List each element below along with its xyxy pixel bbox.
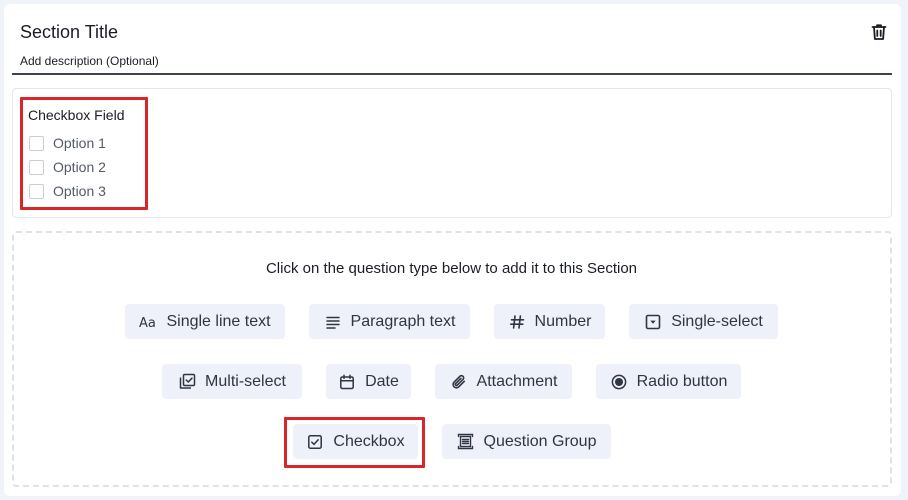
single-line-text-button[interactable]: Aa Single line text: [125, 304, 285, 339]
hash-icon: [508, 313, 526, 331]
multi-select-button[interactable]: Multi-select: [162, 364, 302, 399]
multi-check-icon: [178, 373, 196, 391]
radio-button-button[interactable]: Radio button: [596, 364, 741, 399]
question-group-button[interactable]: Question Group: [442, 424, 611, 459]
paperclip-icon: [450, 373, 468, 391]
button-label: Multi-select: [205, 372, 286, 390]
button-label: Attachment: [476, 372, 558, 390]
number-button[interactable]: Number: [494, 304, 605, 339]
paragraph-lines-icon: [324, 313, 342, 331]
section-title[interactable]: Section Title: [20, 22, 118, 43]
button-label: Single line text: [166, 312, 271, 330]
group-icon: [457, 433, 475, 451]
radio-icon: [610, 373, 628, 391]
button-label: Date: [365, 372, 399, 390]
button-label: Radio button: [636, 372, 728, 390]
single-select-button[interactable]: Single-select: [629, 304, 778, 339]
attachment-button[interactable]: Attachment: [435, 364, 572, 399]
paragraph-text-button[interactable]: Paragraph text: [309, 304, 470, 339]
button-label: Number: [534, 312, 592, 330]
svg-text:Aa: Aa: [139, 316, 156, 329]
button-label: Single-select: [671, 312, 763, 330]
picker-instruction: Click on the question type below to add …: [265, 260, 638, 277]
dropdown-box-icon: [644, 313, 662, 331]
calendar-icon: [338, 373, 356, 391]
button-label: Question Group: [483, 432, 597, 450]
highlight-box: [284, 417, 425, 468]
trash-icon[interactable]: [869, 22, 889, 42]
date-button[interactable]: Date: [326, 364, 411, 399]
description-underline: [12, 73, 892, 75]
button-label: Paragraph text: [350, 312, 456, 330]
section-description[interactable]: Add description (Optional): [20, 54, 159, 68]
highlight-box: [20, 97, 148, 210]
text-aa-icon: Aa: [139, 313, 157, 331]
